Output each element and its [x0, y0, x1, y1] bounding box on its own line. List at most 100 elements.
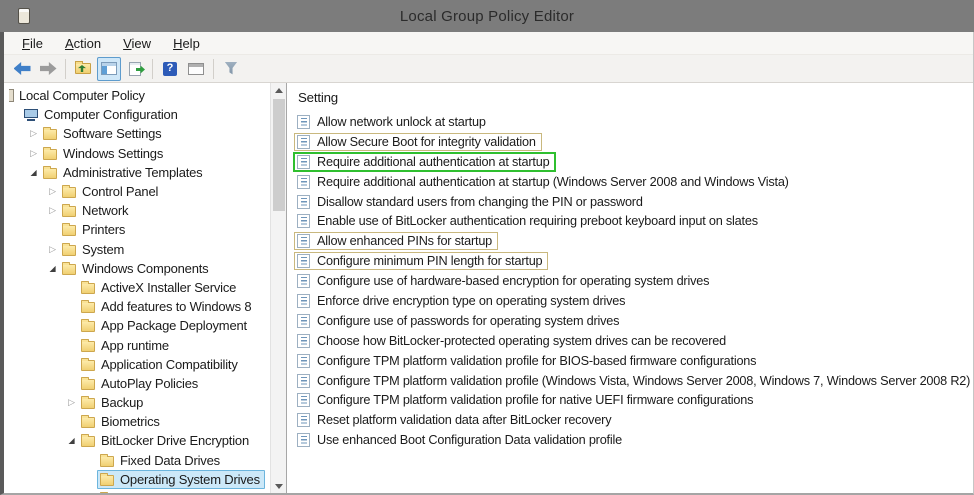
folder-icon: [43, 129, 57, 140]
setting-row[interactable]: Allow enhanced PINs for startup: [287, 231, 973, 251]
tree-collapsed-arrow-icon[interactable]: ▷: [65, 397, 78, 408]
setting-row[interactable]: Require additional authentication at sta…: [287, 172, 973, 192]
show-console-tree-button[interactable]: [97, 57, 121, 81]
policy-setting-icon: [297, 214, 310, 228]
policy-setting-icon: [297, 195, 310, 209]
setting-row[interactable]: Allow network unlock at startup: [287, 112, 973, 132]
tree-item-software-settings[interactable]: ▷Software Settings: [6, 124, 268, 143]
scroll-up-button[interactable]: [271, 83, 286, 97]
tree-item-operating-system-drives[interactable]: Operating System Drives: [6, 470, 268, 489]
tree-item-content[interactable]: Windows Components: [59, 259, 213, 278]
policy-setting-icon: [297, 135, 310, 149]
menu-item-help[interactable]: Help: [162, 34, 211, 53]
tree-item-content[interactable]: BitLocker Drive Encryption: [78, 431, 254, 450]
filter-button[interactable]: [219, 57, 243, 81]
tree-item-content[interactable]: Administrative Templates: [40, 163, 207, 182]
tree-item-content[interactable]: Printers: [59, 220, 130, 239]
toolbar: [4, 55, 973, 83]
setting-row[interactable]: Configure use of hardware-based encrypti…: [287, 271, 973, 291]
tree-item-selected-content[interactable]: Operating System Drives: [97, 470, 265, 489]
folder-icon: [43, 168, 57, 179]
tree-item-content[interactable]: System: [59, 240, 129, 259]
tree-collapsed-arrow-icon[interactable]: ▷: [46, 244, 59, 255]
setting-row[interactable]: Enable use of BitLocker authentication r…: [287, 211, 973, 231]
tree-collapsed-arrow-icon[interactable]: ▷: [27, 128, 40, 139]
tree-item-windows-settings[interactable]: ▷Windows Settings: [6, 144, 268, 163]
tree-item-system[interactable]: ▷System: [6, 240, 268, 259]
scrollbar-thumb[interactable]: [273, 99, 285, 211]
setting-row[interactable]: Configure TPM platform validation profil…: [287, 351, 973, 371]
setting-row[interactable]: Configure minimum PIN length for startup: [287, 251, 973, 271]
tree-item-label: Computer Configuration: [44, 107, 178, 122]
tree-item-windows-components[interactable]: ◢Windows Components: [6, 259, 268, 278]
tree-item-fixed-data-drives[interactable]: Fixed Data Drives: [6, 451, 268, 470]
tree-item-app-package-deployment[interactable]: App Package Deployment: [6, 316, 268, 335]
setting-column-header[interactable]: Setting: [287, 83, 973, 112]
setting-row[interactable]: Configure use of passwords for operating…: [287, 311, 973, 331]
menu-item-file[interactable]: File: [11, 34, 54, 53]
tree-item-content[interactable]: Add features to Windows 8: [78, 297, 256, 316]
folder-icon: [81, 302, 95, 313]
policy-root-icon: [9, 89, 14, 102]
tree-expanded-arrow-icon[interactable]: ◢: [46, 264, 59, 273]
back-button[interactable]: [10, 57, 34, 81]
tree-item-content[interactable]: ActiveX Installer Service: [78, 278, 241, 297]
tree-item-content[interactable]: Software Settings: [40, 124, 167, 143]
tree-item-network[interactable]: ▷Network: [6, 201, 268, 220]
tree-item-administrative-templates[interactable]: ◢Administrative Templates: [6, 163, 268, 182]
tree-item-content[interactable]: App Package Deployment: [78, 316, 252, 335]
tree-item-activex-installer-service[interactable]: ActiveX Installer Service: [6, 278, 268, 297]
tree-item[interactable]: [6, 489, 268, 493]
tree-item-add-features-to-windows-8[interactable]: Add features to Windows 8: [6, 297, 268, 316]
tree-item-backup[interactable]: ▷Backup: [6, 393, 268, 412]
setting-row[interactable]: Choose how BitLocker-protected operating…: [287, 331, 973, 351]
menu-item-action[interactable]: Action: [54, 34, 112, 53]
tree-collapsed-arrow-icon[interactable]: ▷: [46, 205, 59, 216]
tree-item-application-compatibility[interactable]: Application Compatibility: [6, 355, 268, 374]
tree-item-printers[interactable]: Printers: [6, 220, 268, 239]
tree-item-bitlocker-drive-encryption[interactable]: ◢BitLocker Drive Encryption: [6, 431, 268, 450]
setting-row[interactable]: Require additional authentication at sta…: [287, 152, 973, 172]
setting-label: Configure TPM platform validation profil…: [317, 374, 970, 388]
setting-row[interactable]: Reset platform validation data after Bit…: [287, 410, 973, 430]
tree-collapsed-arrow-icon[interactable]: ▷: [46, 186, 59, 197]
tree-item-biometrics[interactable]: Biometrics: [6, 412, 268, 431]
tree-item-content[interactable]: Local Computer Policy: [6, 86, 150, 105]
tree-item-content[interactable]: App runtime: [78, 336, 174, 355]
tree-item-content[interactable]: Windows Settings: [40, 144, 168, 163]
tree-item-content[interactable]: Computer Configuration: [21, 105, 183, 124]
tree-item-autoplay-policies[interactable]: AutoPlay Policies: [6, 374, 268, 393]
tree-expanded-arrow-icon[interactable]: ◢: [27, 168, 40, 177]
tree-item-control-panel[interactable]: ▷Control Panel: [6, 182, 268, 201]
setting-row[interactable]: Allow Secure Boot for integrity validati…: [287, 132, 973, 152]
export-list-button[interactable]: [123, 57, 147, 81]
tree-item-content[interactable]: Application Compatibility: [78, 355, 243, 374]
tree-item-app-runtime[interactable]: App runtime: [6, 335, 268, 354]
menu-item-view[interactable]: View: [112, 34, 162, 53]
setting-row[interactable]: Enforce drive encryption type on operati…: [287, 291, 973, 311]
tree-item-content[interactable]: Network: [59, 201, 133, 220]
tree-item-computer-configuration[interactable]: Computer Configuration: [6, 105, 268, 124]
help-button[interactable]: [158, 57, 182, 81]
setting-content: Configure TPM platform validation profil…: [295, 373, 973, 389]
tree-item-content[interactable]: Backup: [78, 393, 148, 412]
up-one-level-button[interactable]: [71, 57, 95, 81]
setting-row[interactable]: Configure TPM platform validation profil…: [287, 390, 973, 410]
tree-item-content[interactable]: Control Panel: [59, 182, 163, 201]
title-bar[interactable]: Local Group Policy Editor: [0, 0, 974, 32]
setting-content: Enable use of BitLocker authentication r…: [295, 213, 763, 229]
tree-item-content[interactable]: Fixed Data Drives: [97, 451, 225, 470]
tree-item-local-computer-policy[interactable]: Local Computer Policy: [6, 86, 268, 105]
tree-item-content[interactable]: Biometrics: [78, 412, 165, 431]
tree-item-content[interactable]: [97, 490, 125, 493]
setting-row[interactable]: Use enhanced Boot Configuration Data val…: [287, 430, 973, 450]
tree-item-content[interactable]: AutoPlay Policies: [78, 374, 203, 393]
tree-expanded-arrow-icon[interactable]: ◢: [65, 436, 78, 445]
setting-row[interactable]: Disallow standard users from changing th…: [287, 192, 973, 212]
forward-button[interactable]: [36, 57, 60, 81]
show-action-pane-button[interactable]: [184, 57, 208, 81]
tree-scrollbar[interactable]: [270, 83, 286, 493]
scroll-down-button[interactable]: [271, 479, 286, 493]
tree-collapsed-arrow-icon[interactable]: ▷: [27, 148, 40, 159]
setting-row[interactable]: Configure TPM platform validation profil…: [287, 371, 973, 391]
